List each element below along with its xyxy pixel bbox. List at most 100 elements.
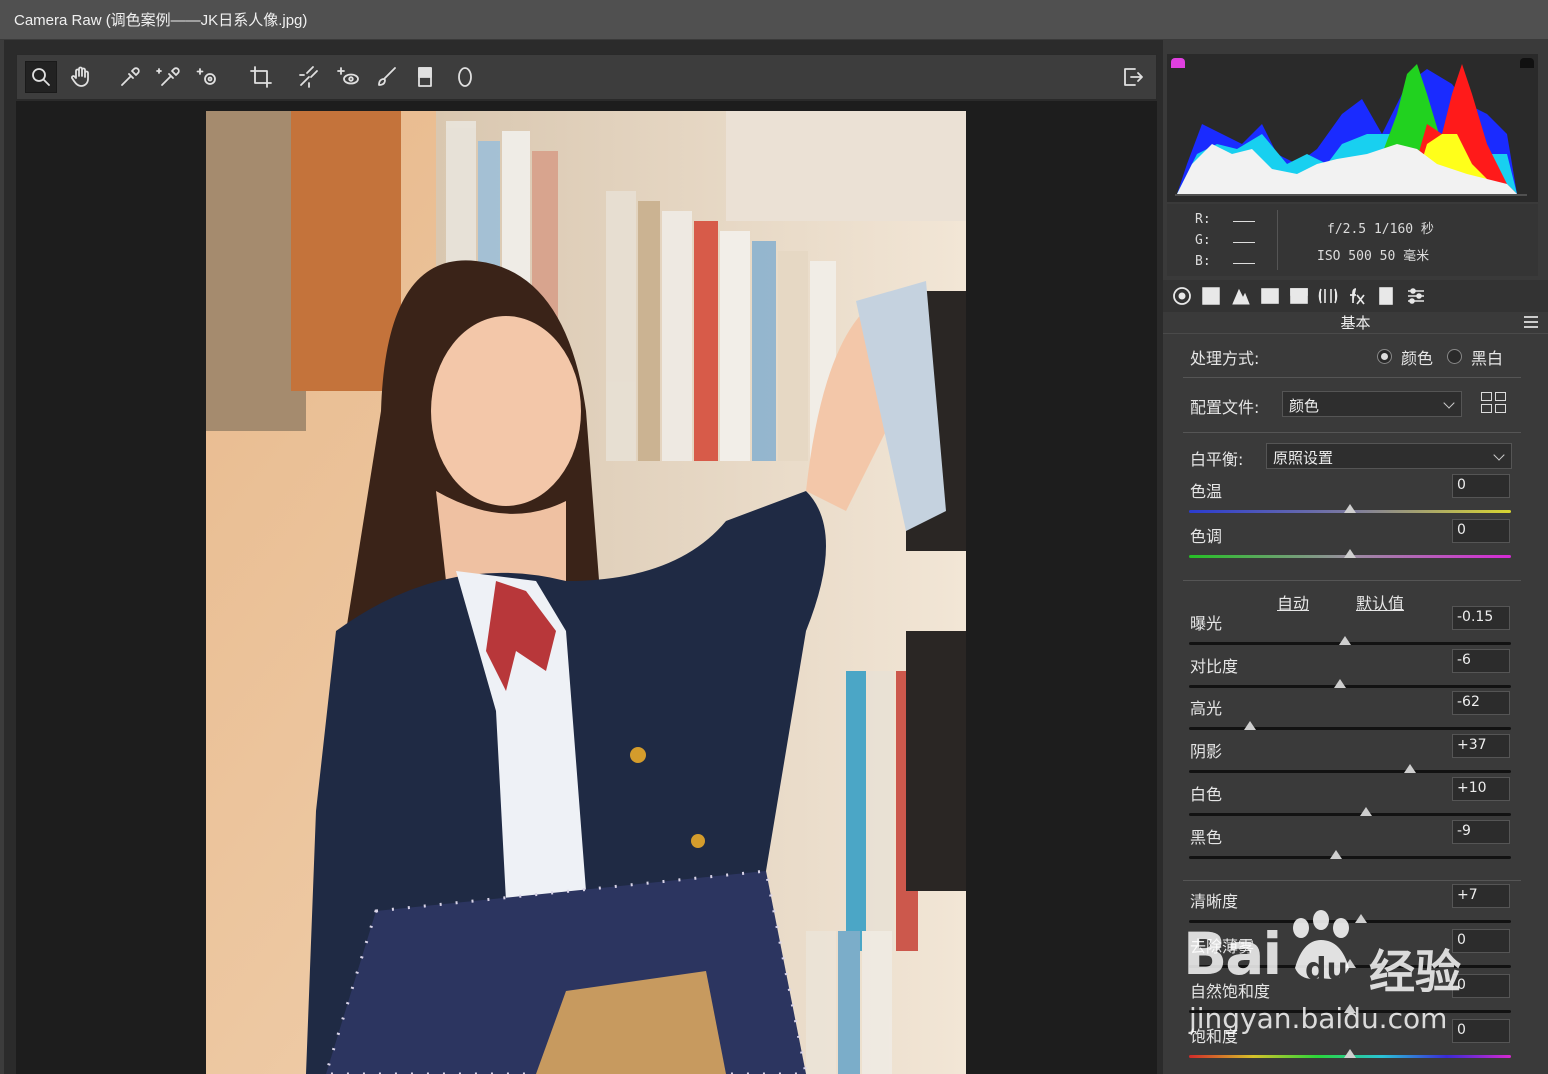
shadow-clipping-icon[interactable] [1171,58,1185,68]
white-balance-label: 白平衡: [1190,450,1244,469]
title-bar: Camera Raw (调色案例——JK日系人像.jpg) [0,0,1548,40]
profile-label: 配置文件: [1190,398,1260,417]
crop-icon[interactable] [245,61,277,93]
presets-tab-icon[interactable] [1404,285,1428,307]
divider [1183,580,1521,581]
slider-label: 白色 [1190,785,1223,804]
profile-value: 颜色 [1289,397,1320,415]
hsl-tab-icon[interactable] [1258,285,1282,307]
slider-track[interactable] [1189,856,1511,859]
info-separator [1277,210,1278,270]
slider-value-field[interactable]: 0 [1452,1019,1510,1043]
detail-tab-icon[interactable] [1229,285,1253,307]
toolbar [16,54,1157,100]
slider-thumb[interactable] [1344,504,1356,513]
panel-menu-icon[interactable] [1524,316,1538,328]
treatment-color-label: 颜色 [1401,349,1434,368]
slider-track[interactable] [1189,813,1511,816]
slider-value-field[interactable]: -62 [1452,691,1510,715]
basic-tab-icon[interactable] [1170,285,1194,307]
slider-value-field[interactable]: -6 [1452,649,1510,673]
graduated-filter-icon[interactable] [409,61,441,93]
photo-preview [206,111,966,1074]
white-balance-value: 原照设置 [1273,449,1334,467]
right-panel: R: G: B: f/2.5 1/160 秒 ISO 500 50 毫米 基本 … [1163,40,1548,1074]
section-title-label: 基本 [1340,314,1371,332]
slider-value-field[interactable]: 0 [1452,474,1510,498]
left-edge [0,40,4,1074]
adjustment-brush-icon[interactable] [371,61,403,93]
slider-thumb[interactable] [1344,1049,1356,1058]
divider [1183,432,1521,433]
profile-select[interactable]: 颜色 [1282,391,1462,417]
treatment-color-radio[interactable] [1377,349,1392,364]
slider-label: 阴影 [1190,742,1223,761]
image-canvas[interactable] [16,101,1157,1074]
aperture-shutter: f/2.5 1/160 秒 [1327,222,1434,237]
slider-thumb[interactable] [1344,549,1356,558]
slider-value-field[interactable]: -9 [1452,820,1510,844]
slider-thumb[interactable] [1403,764,1416,773]
watermark-du: du [1305,952,1348,987]
treatment-label: 处理方式: [1190,349,1260,368]
slider-thumb[interactable] [1360,807,1373,816]
hand-icon[interactable] [65,61,97,93]
slider-label: 清晰度 [1190,892,1239,911]
chevron-down-icon [1443,397,1455,409]
slider-value-field[interactable]: +10 [1452,777,1510,801]
chevron-down-icon [1493,449,1505,461]
default-button[interactable]: 默认值 [1356,590,1404,614]
divider [1183,377,1521,378]
slider-label: 黑色 [1190,828,1223,847]
b-value [1233,263,1255,264]
histogram [1167,54,1538,202]
section-title: 基本 [1163,312,1548,334]
slider-thumb[interactable] [1244,721,1257,730]
zoom-icon[interactable] [25,61,57,93]
slider-label: 高光 [1190,699,1223,718]
slider-value-field[interactable]: 0 [1452,519,1510,543]
slider-track[interactable] [1189,770,1511,773]
slider-value-field[interactable]: +37 [1452,734,1510,758]
tone-curve-tab-icon[interactable] [1199,285,1223,307]
straighten-icon[interactable] [293,61,325,93]
camera-calibration-tab-icon[interactable] [1374,285,1398,307]
watermark-cn: 经验 [1369,945,1461,999]
profile-browser-icon[interactable] [1481,392,1507,414]
slider-label: 曝光 [1190,614,1223,633]
spot-removal-icon[interactable] [332,61,364,93]
slider-value-field[interactable]: +7 [1452,884,1510,908]
slider-thumb[interactable] [1329,850,1342,859]
slider-label: 对比度 [1190,657,1239,676]
watermark-brand: Bai [1183,920,1282,988]
iso-focal: ISO 500 50 毫米 [1317,249,1430,264]
white-balance-select[interactable]: 原照设置 [1266,443,1512,469]
white-balance-icon[interactable] [114,61,146,93]
window-title: Camera Raw (调色案例——JK日系人像.jpg) [14,12,308,29]
slider-thumb[interactable] [1334,679,1347,688]
slider-thumb[interactable] [1339,636,1352,645]
split-toning-tab-icon[interactable] [1287,285,1311,307]
effects-tab-icon[interactable] [1345,285,1369,307]
open-image-icon[interactable] [1117,61,1149,93]
watermark-url: jingyan.baidu.com [1189,1002,1448,1035]
info-readout: R: G: B: f/2.5 1/160 秒 ISO 500 50 毫米 [1167,204,1538,276]
slider-value-field[interactable]: -0.15 [1452,606,1510,630]
watermark-logo: Bai [1183,920,1282,988]
divider [1183,880,1521,881]
auto-button[interactable]: 自动 [1277,590,1309,614]
targeted-adjust-icon[interactable] [192,61,224,93]
portrait-photo [206,111,966,1074]
color-sampler-icon[interactable] [152,61,184,93]
highlight-clipping-icon[interactable] [1520,58,1534,68]
slider-label: 色调 [1190,527,1223,546]
r-label: R: [1195,212,1211,227]
b-label: B: [1195,254,1211,269]
slider-track[interactable] [1189,685,1511,688]
g-label: G: [1195,233,1211,248]
slider-track[interactable] [1189,727,1511,730]
treatment-bw-radio[interactable] [1447,349,1462,364]
radial-filter-icon[interactable] [449,61,481,93]
treatment-bw-label: 黑白 [1471,349,1504,368]
lens-corrections-tab-icon[interactable] [1316,285,1340,307]
